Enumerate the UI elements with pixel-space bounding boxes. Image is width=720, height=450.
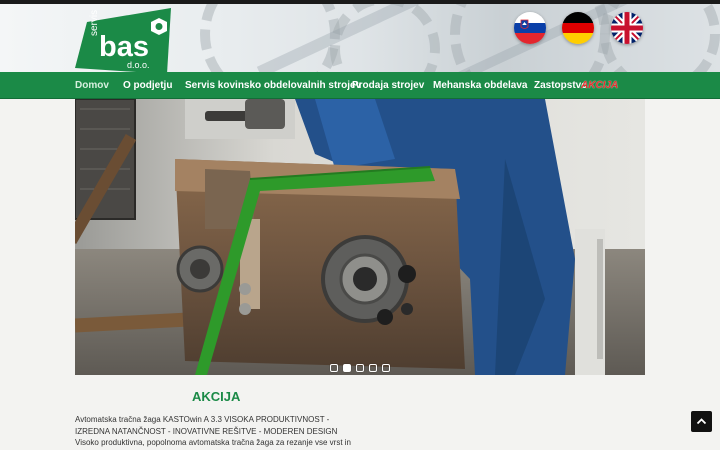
hero-shelf xyxy=(75,99,135,219)
promo-section: AKCIJA Avtomatska tračna žaga KASTOwin A… xyxy=(0,375,720,450)
hero-slider[interactable] xyxy=(75,99,645,375)
nav-item-o-podjetju[interactable]: O podjetju xyxy=(123,72,172,99)
scroll-to-top-button[interactable] xyxy=(691,411,712,432)
slider-dot[interactable] xyxy=(356,364,364,372)
nav-item-servis[interactable]: Servis kovinsko obdelovalnih strojev xyxy=(185,72,361,99)
nav-item-domov[interactable]: Domov xyxy=(75,72,109,99)
logo-doo-text: d.o.o. xyxy=(127,60,150,70)
flag-slovenia[interactable] xyxy=(514,12,546,44)
nav-item-mehanska[interactable]: Mehanska obdelava xyxy=(433,72,527,99)
main-nav: Domov O podjetju Servis kovinsko obdelov… xyxy=(0,72,720,99)
slider-dots xyxy=(75,364,645,372)
slider-dot-active[interactable] xyxy=(343,364,351,372)
chevron-up-icon xyxy=(696,418,707,425)
nav-item-akcija[interactable]: AKCIJA xyxy=(581,72,618,99)
flag-germany[interactable] xyxy=(562,12,594,44)
hero-image xyxy=(75,99,645,375)
nav-item-zastopstvo[interactable]: Zastopstvo xyxy=(534,72,587,99)
site-logo[interactable]: servis bas d.o.o. xyxy=(75,8,173,72)
slider-dot[interactable] xyxy=(369,364,377,372)
flag-uk[interactable] xyxy=(611,12,643,44)
nav-item-prodaja[interactable]: Prodaja strojev xyxy=(352,72,424,99)
promo-title: AKCIJA xyxy=(192,389,241,404)
logo-bas-text: bas xyxy=(99,31,149,63)
slider-dot[interactable] xyxy=(382,364,390,372)
site-header: servis bas d.o.o. xyxy=(0,4,720,72)
slider-dot[interactable] xyxy=(330,364,338,372)
promo-text: Avtomatska tračna žaga KASTOwin A 3.3 VI… xyxy=(75,415,351,450)
